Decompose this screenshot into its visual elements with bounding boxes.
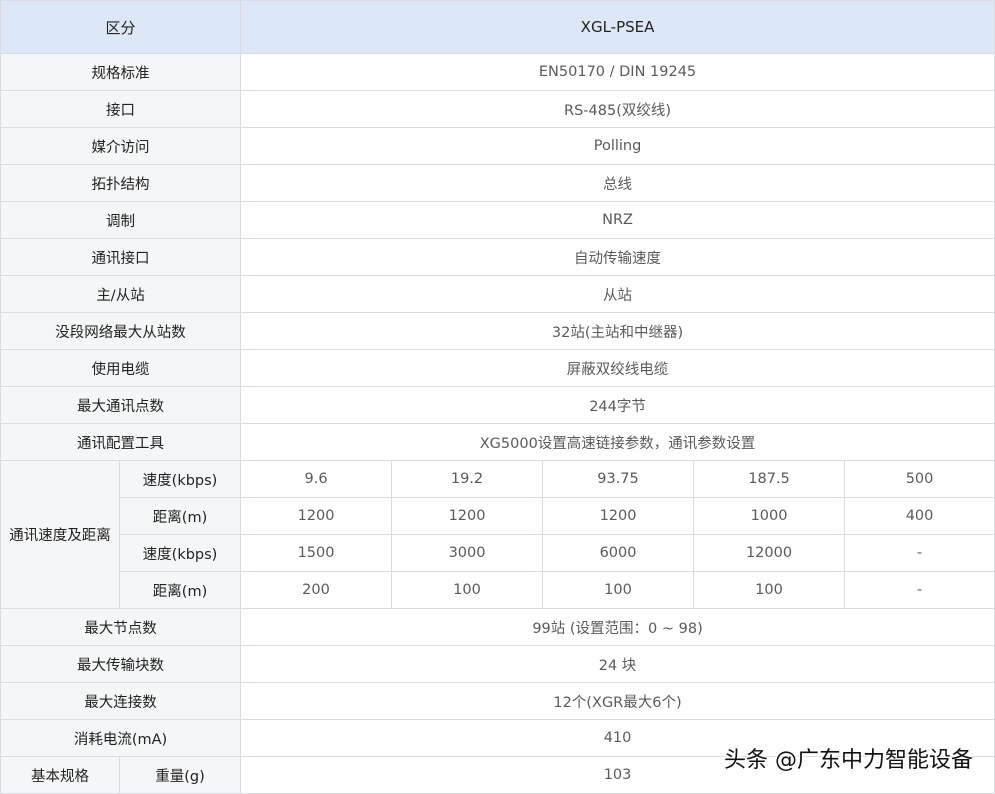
table-row: 没段网络最大从站数 32站(主站和中继器)	[0, 312, 995, 350]
row-label: 调制	[0, 201, 242, 239]
speed-cell: -	[844, 534, 995, 572]
table-row: 通讯接口 自动传输速度	[0, 238, 995, 276]
distance-sublabel: 距离(m)	[118, 497, 242, 535]
row-value: 24 块	[240, 645, 995, 683]
row-value: EN50170 / DIN 19245	[240, 53, 995, 91]
header-model: XGL-PSEA	[240, 0, 995, 54]
row-label: 规格标准	[0, 53, 242, 91]
row-label: 没段网络最大从站数	[0, 312, 242, 350]
row-label: 最大通讯点数	[0, 386, 242, 424]
row-label: 媒介访问	[0, 127, 242, 165]
distance-cell: 1200	[240, 497, 393, 535]
row-label: 接口	[0, 90, 242, 128]
row-label: 最大节点数	[0, 608, 242, 646]
watermark: 头条 @广东中力智能设备	[724, 748, 973, 773]
speed-cell: 9.6	[240, 460, 393, 498]
speed-cell: 500	[844, 460, 995, 498]
speed-cell: 19.2	[391, 460, 544, 498]
table-row: 最大通讯点数 244字节	[0, 386, 995, 424]
table-row: 最大传输块数 24 块	[0, 645, 995, 683]
table-row: 主/从站 从站	[0, 275, 995, 313]
row-label: 通讯配置工具	[0, 423, 242, 461]
weight-label: 重量(g)	[118, 756, 242, 794]
row-label: 使用电缆	[0, 349, 242, 387]
distance-cell: 1200	[542, 497, 695, 535]
distance-cell: 100	[391, 571, 544, 609]
row-value: NRZ	[240, 201, 995, 239]
header-category: 区分	[0, 0, 242, 54]
row-value: 从站	[240, 275, 995, 313]
speed-cell: 1500	[240, 534, 393, 572]
basic-spec-label: 基本规格	[0, 756, 120, 794]
row-value: 自动传输速度	[240, 238, 995, 276]
speed-cell: 3000	[391, 534, 544, 572]
speed-cell: 6000	[542, 534, 695, 572]
distance-cell: 100	[693, 571, 846, 609]
row-label: 最大连接数	[0, 682, 242, 720]
table-row: 调制 NRZ	[0, 201, 995, 239]
table-row: 使用电缆 屏蔽双绞线电缆	[0, 349, 995, 387]
table-row: 拓扑结构 总线	[0, 164, 995, 202]
row-label: 最大传输块数	[0, 645, 242, 683]
table-row: 最大连接数 12个(XGR最大6个)	[0, 682, 995, 720]
row-value: 32站(主站和中继器)	[240, 312, 995, 350]
row-value: RS-485(双绞线)	[240, 90, 995, 128]
speed-row: 速度(kbps) 1500 3000 6000 12000 -	[1, 534, 995, 572]
distance-cell: -	[844, 571, 995, 609]
row-label: 拓扑结构	[0, 164, 242, 202]
row-label: 消耗电流(mA)	[0, 719, 242, 757]
row-value: Polling	[240, 127, 995, 165]
distance-row: 距离(m) 200 100 100 100 -	[1, 571, 995, 609]
table-row: 媒介访问 Polling	[0, 127, 995, 165]
table-row: 通讯配置工具 XG5000设置高速链接参数，通讯参数设置	[0, 423, 995, 461]
table-header-row: 区分 XGL-PSEA	[0, 0, 995, 54]
distance-row: 距离(m) 1200 1200 1200 1000 400	[1, 497, 995, 535]
table-row: 规格标准 EN50170 / DIN 19245	[0, 53, 995, 91]
row-label: 通讯接口	[0, 238, 242, 276]
row-value: 244字节	[240, 386, 995, 424]
distance-cell: 1000	[693, 497, 846, 535]
speed-sublabel: 速度(kbps)	[118, 460, 242, 498]
speed-row: 通讯速度及距离 速度(kbps) 9.6 19.2 93.75 187.5 50…	[0, 460, 995, 609]
table-row: 最大节点数 99站 (设置范围：0 ~ 98)	[0, 608, 995, 646]
speed-group-label: 通讯速度及距离	[0, 460, 120, 609]
table-row: 接口 RS-485(双绞线)	[0, 90, 995, 128]
speed-cell: 93.75	[542, 460, 695, 498]
speed-cell: 187.5	[693, 460, 846, 498]
distance-cell: 200	[240, 571, 393, 609]
row-value: 12个(XGR最大6个)	[240, 682, 995, 720]
row-value: 总线	[240, 164, 995, 202]
distance-cell: 100	[542, 571, 695, 609]
speed-cell: 12000	[693, 534, 846, 572]
row-label: 主/从站	[0, 275, 242, 313]
speed-sublabel: 速度(kbps)	[118, 534, 242, 572]
row-value: 屏蔽双绞线电缆	[240, 349, 995, 387]
spec-table: 区分 XGL-PSEA 规格标准 EN50170 / DIN 19245 接口 …	[0, 0, 995, 794]
distance-sublabel: 距离(m)	[118, 571, 242, 609]
row-value: XG5000设置高速链接参数，通讯参数设置	[240, 423, 995, 461]
distance-cell: 1200	[391, 497, 544, 535]
distance-cell: 400	[844, 497, 995, 535]
row-value: 99站 (设置范围：0 ~ 98)	[240, 608, 995, 646]
